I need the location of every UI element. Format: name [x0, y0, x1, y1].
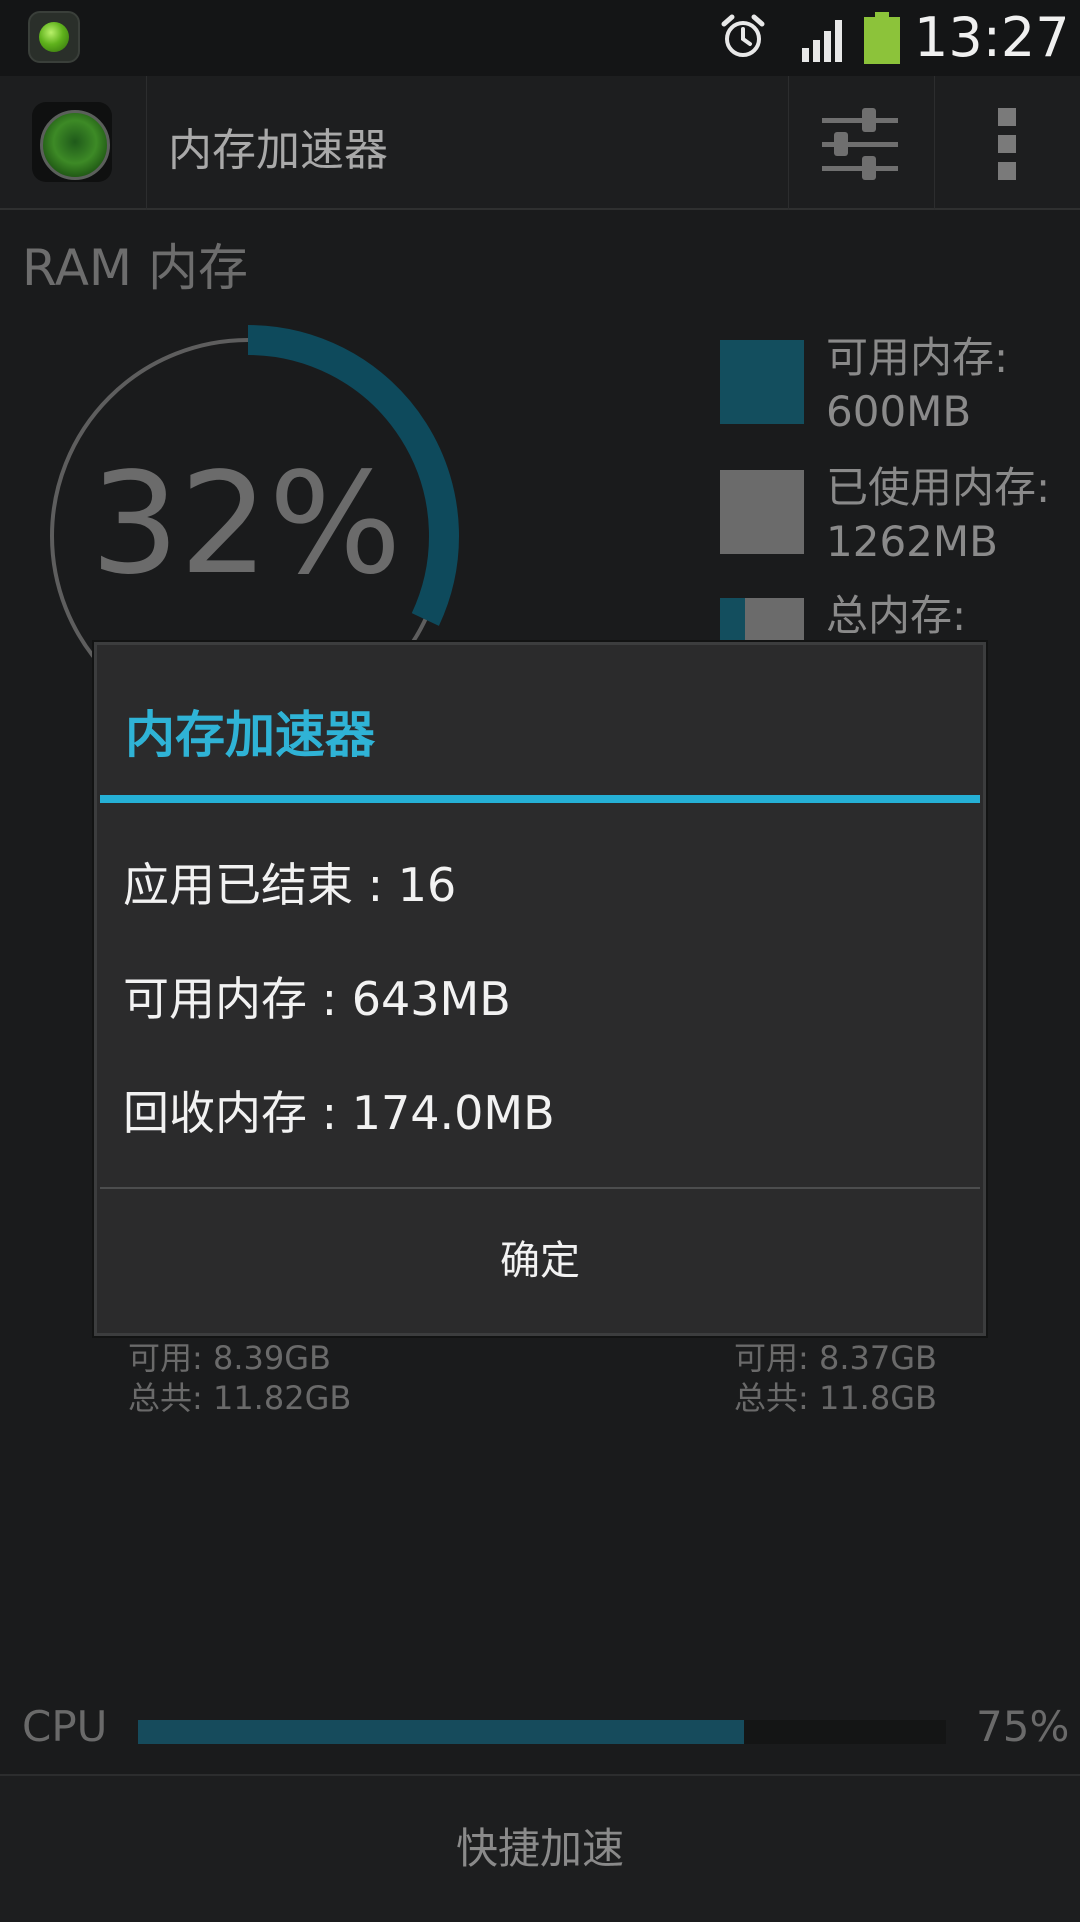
- bottom-bar: 快捷加速: [0, 1774, 1080, 1920]
- reclaimed-memory-text: 回收内存 : 174.0MB: [123, 1086, 555, 1140]
- overflow-menu-icon[interactable]: [992, 108, 1022, 180]
- alarm-icon: [721, 14, 765, 57]
- total-label: 总内存:: [826, 591, 967, 640]
- storage-right-total: 总共: 11.8GB: [734, 1379, 937, 1417]
- used-value: 1262MB: [826, 517, 998, 566]
- ok-button[interactable]: 确定: [100, 1189, 980, 1333]
- used-swatch: [720, 470, 804, 554]
- divider: [146, 76, 147, 210]
- dialog-title-divider: [100, 795, 980, 803]
- app-title: 内存加速器: [168, 125, 388, 176]
- cpu-label: CPU: [22, 1702, 108, 1751]
- settings-sliders-icon[interactable]: [818, 104, 902, 184]
- battery-icon: [864, 12, 900, 64]
- available-memory-text: 可用内存 : 643MB: [123, 972, 511, 1026]
- result-dialog: 内存加速器 应用已结束 : 16 可用内存 : 643MB 回收内存 : 174…: [94, 642, 986, 1336]
- apps-killed-text: 应用已结束 : 16: [123, 858, 457, 912]
- storage-left-total: 总共: 11.82GB: [128, 1379, 352, 1417]
- storage-right-available: 可用: 8.37GB: [734, 1339, 937, 1377]
- ram-percent: 32%: [90, 443, 402, 606]
- storage-left-available: 可用: 8.39GB: [128, 1339, 331, 1377]
- divider: [788, 76, 789, 210]
- app-icon[interactable]: [32, 102, 112, 182]
- status-bar: 13:27: [0, 0, 1080, 76]
- quick-boost-button[interactable]: 快捷加速: [0, 1776, 1080, 1922]
- action-bar: 内存加速器: [0, 76, 1080, 210]
- available-label: 可用内存:: [826, 333, 1009, 382]
- cpu-progress-track: [138, 1720, 946, 1744]
- available-swatch: [720, 340, 804, 424]
- ram-label: RAM 内存: [22, 239, 248, 297]
- cpu-progress-fill: [138, 1720, 744, 1744]
- cpu-value: 75%: [976, 1702, 1070, 1751]
- dialog-title: 内存加速器: [125, 706, 375, 764]
- app-notification-icon: [28, 11, 80, 63]
- available-value: 600MB: [826, 387, 972, 436]
- signal-icon: [802, 20, 842, 62]
- clock: 13:27: [914, 6, 1070, 69]
- divider: [934, 76, 935, 210]
- used-label: 已使用内存:: [826, 463, 1051, 512]
